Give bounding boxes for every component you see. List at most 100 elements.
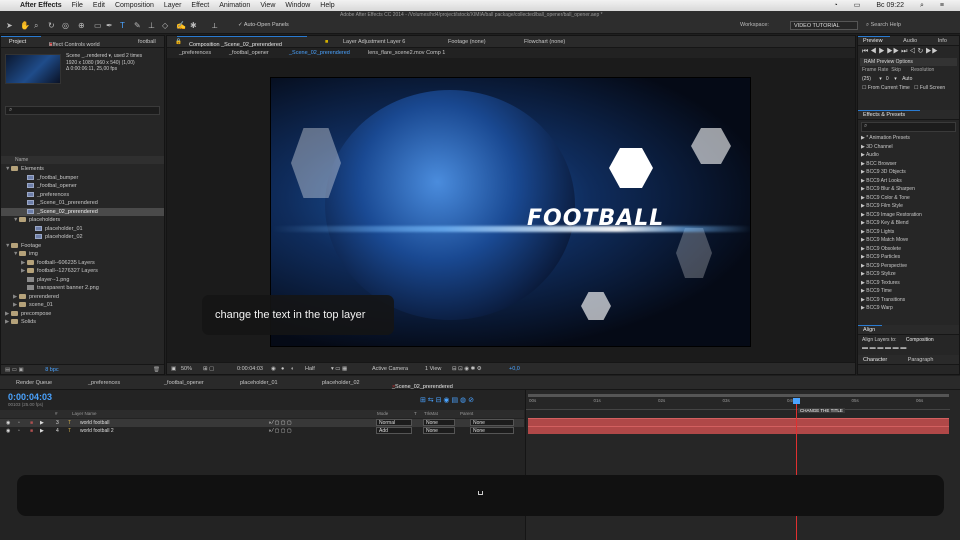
- align-to-select[interactable]: Composition: [906, 337, 934, 343]
- visibility-icon[interactable]: ◉: [6, 419, 10, 427]
- effects-category[interactable]: ▶ BCC9 Obsolete: [858, 245, 959, 254]
- effects-category[interactable]: ▶ 3D Channel: [858, 143, 959, 152]
- project-item[interactable]: ▶ scene_01: [1, 301, 164, 310]
- show-channel-icon[interactable]: ●: [281, 366, 284, 372]
- hand-tool-icon[interactable]: ✋: [20, 21, 30, 30]
- spotlight-icon[interactable]: ⌕: [920, 0, 924, 11]
- col-layer-name[interactable]: Layer Name: [72, 411, 97, 416]
- clone-stamp-tool-icon[interactable]: ⊥: [148, 21, 155, 30]
- canvas-title-text[interactable]: FOOTBALL: [527, 206, 664, 231]
- menu-layer[interactable]: Layer: [164, 0, 182, 11]
- tab-effects-presets[interactable]: Effects & Presets: [863, 112, 905, 118]
- twirl-icon[interactable]: ▶: [40, 419, 44, 427]
- playhead-handle[interactable]: [793, 398, 800, 404]
- lock-toggle-icon[interactable]: ▫: [18, 427, 20, 435]
- timecode-display[interactable]: 0:00:04:03: [237, 366, 263, 372]
- search-help-input[interactable]: ⌕ Search Help: [866, 21, 954, 30]
- fast-preview-icon[interactable]: ⊟ ⊡ ◉ ✱ ⚙: [452, 366, 482, 372]
- views-select[interactable]: 1 View: [425, 366, 441, 372]
- trkmat-select[interactable]: None: [423, 427, 455, 434]
- list-icon[interactable]: ≡: [940, 0, 944, 11]
- work-area-bar[interactable]: [528, 394, 949, 397]
- tab-paragraph[interactable]: Paragraph: [908, 357, 934, 363]
- current-time-indicator[interactable]: [796, 398, 797, 540]
- effects-category[interactable]: ▶ BCC9 Stylize: [858, 270, 959, 279]
- workspace-select[interactable]: VIDEO TUTORIAL: [790, 21, 858, 30]
- project-item[interactable]: ▶ prerendered: [1, 293, 164, 302]
- trash-icon[interactable]: 🗑: [153, 365, 160, 375]
- effects-category[interactable]: ▶ BCC9 Key & Blend: [858, 219, 959, 228]
- project-item[interactable]: ▼ Footage: [1, 242, 164, 251]
- project-search-input[interactable]: ⌕: [5, 106, 160, 115]
- comp-marker[interactable]: CHANGE THE TITLE: [798, 408, 845, 413]
- pan-behind-tool-icon[interactable]: ⊕: [78, 21, 85, 30]
- effects-category[interactable]: ▶ BCC9 Art Looks: [858, 177, 959, 186]
- project-item[interactable]: _preferences: [1, 191, 164, 200]
- effects-category[interactable]: ▶ BCC9 Match Move: [858, 236, 959, 245]
- from-current-checkbox[interactable]: ☐ From Current Time: [862, 85, 910, 91]
- effects-category[interactable]: ▶ BCC9 Film Style: [858, 202, 959, 211]
- effects-category[interactable]: ▶ * Animation Presets: [858, 134, 959, 143]
- layer-switches[interactable]: ◑ ⁄ ▢ ▢ ▢: [268, 427, 292, 435]
- effects-category[interactable]: ▶ BCC9 Time: [858, 287, 959, 296]
- layer-name[interactable]: world football: [80, 419, 109, 427]
- effects-category[interactable]: ▶ BCC Browser: [858, 160, 959, 169]
- selection-tool-icon[interactable]: ➤: [6, 21, 13, 30]
- local-axis-icon[interactable]: ⟂: [212, 21, 217, 31]
- menu-effect[interactable]: Effect: [191, 0, 209, 11]
- effects-search-input[interactable]: ⌕: [861, 122, 956, 132]
- effects-category[interactable]: ▶ BCC9 Image Restoration: [858, 211, 959, 220]
- wifi-icon[interactable]: ◔: [833, 0, 837, 11]
- effects-category[interactable]: ▶ BCC9 Warp: [858, 304, 959, 313]
- time-graph[interactable]: 00s 01s 02s 03s 04s 05s 06s CHANGE THE TITLE: [525, 390, 960, 540]
- rectangle-tool-icon[interactable]: ▭: [94, 21, 102, 30]
- project-item[interactable]: ▼ Elements: [1, 165, 164, 174]
- tab-tl-footbal-opener[interactable]: _footbal_opener: [164, 380, 204, 386]
- clock[interactable]: Вс 09:22: [876, 0, 904, 11]
- new-comp-icon[interactable]: ▣: [18, 367, 25, 373]
- mute-icon[interactable]: ◁: [909, 48, 917, 55]
- lock-toggle-icon[interactable]: ▫: [18, 419, 20, 427]
- menu-file[interactable]: File: [72, 0, 83, 11]
- play-icon[interactable]: ▶: [878, 48, 886, 55]
- effects-category[interactable]: ▶ BCC9 Blur & Sharpen: [858, 185, 959, 194]
- blend-mode-select[interactable]: Normal: [376, 419, 412, 426]
- snapshot-icon[interactable]: ◉: [271, 366, 276, 372]
- roto-brush-tool-icon[interactable]: ✍: [176, 21, 186, 30]
- align-buttons[interactable]: ▬ ▬ ▬ ▬ ▬ ▬: [858, 345, 959, 353]
- nav-preferences[interactable]: _preferences: [179, 50, 211, 56]
- project-item[interactable]: _Scene_01_prerendered: [1, 199, 164, 208]
- bpc-button[interactable]: 8 bpc: [45, 367, 58, 373]
- tab-preview[interactable]: Preview: [863, 38, 883, 44]
- camera-tool-icon[interactable]: ◎: [62, 21, 69, 30]
- tab-render-queue[interactable]: Render Queue: [16, 380, 52, 386]
- project-item[interactable]: transparent banner 2.png: [1, 284, 164, 293]
- puppet-tool-icon[interactable]: ✱: [190, 21, 197, 30]
- effects-category[interactable]: ▶ BCC9 3D Objects: [858, 168, 959, 177]
- brush-tool-icon[interactable]: ✎: [134, 21, 141, 30]
- timeline-switches[interactable]: ⊞ ⇆ ⊟ ◉ ▤ ◍ ⊘: [420, 396, 474, 404]
- interpret-footage-icon[interactable]: ▤: [5, 367, 12, 373]
- always-preview-icon[interactable]: ▣: [171, 366, 176, 372]
- tab-align[interactable]: Align: [863, 327, 875, 333]
- label-color-icon[interactable]: ■: [30, 427, 33, 435]
- video-controls-overlay[interactable]: [17, 475, 944, 516]
- effects-category[interactable]: ▶ BCC9 Textures: [858, 279, 959, 288]
- project-item[interactable]: ▶ football--1276327 Layers: [1, 267, 164, 276]
- skip-select[interactable]: 0: [886, 76, 889, 82]
- trkmat-select[interactable]: None: [423, 419, 455, 426]
- parent-select[interactable]: None: [470, 427, 514, 434]
- tab-layer[interactable]: Layer Adjustment Layer 6: [343, 39, 405, 45]
- project-item[interactable]: _Scene_02_prerendered: [1, 207, 164, 216]
- first-frame-icon[interactable]: ⏮: [862, 48, 870, 55]
- type-tool-icon[interactable]: T: [120, 21, 125, 30]
- next-frame-icon[interactable]: ▶▶: [887, 48, 901, 55]
- time-ruler[interactable]: 00s 01s 02s 03s 04s 05s 06s: [526, 398, 950, 410]
- battery-icon[interactable]: ▭: [854, 0, 861, 11]
- resolution-select[interactable]: Half: [305, 366, 315, 372]
- menu-animation[interactable]: Animation: [219, 0, 250, 11]
- camera-select[interactable]: Active Camera: [372, 366, 408, 372]
- project-item[interactable]: ▶ precompose: [1, 310, 164, 319]
- project-item[interactable]: ▶ football--606235 Layers: [1, 259, 164, 268]
- menu-help[interactable]: Help: [320, 0, 334, 11]
